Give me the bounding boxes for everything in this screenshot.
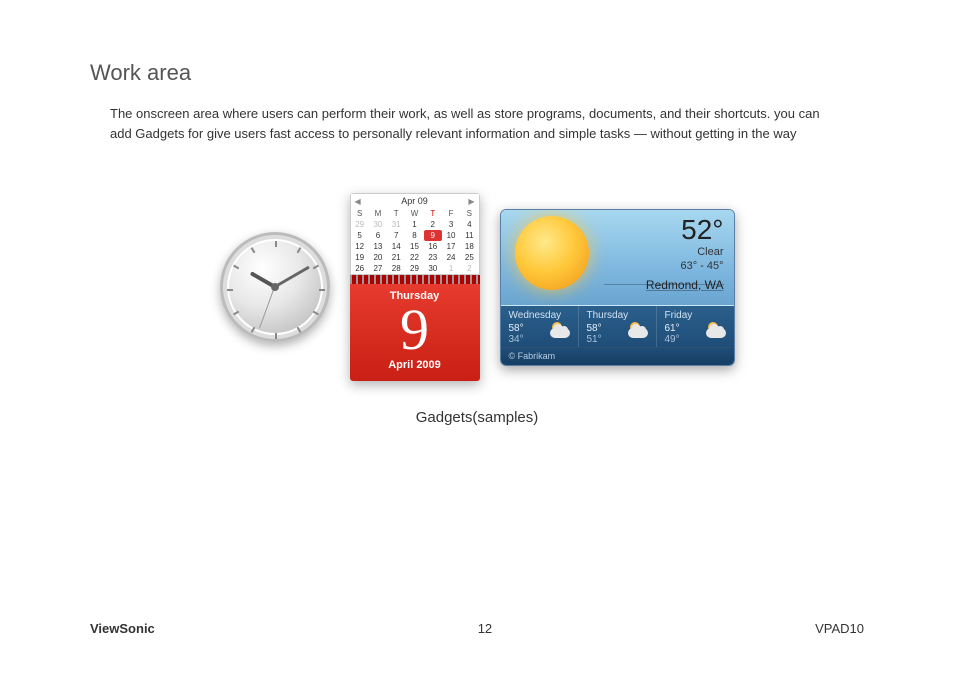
calendar-day-cell[interactable]: 8 — [405, 230, 423, 241]
calendar-day-cell[interactable]: 2 — [460, 263, 478, 274]
clock-tick — [319, 289, 325, 291]
clock-minute-hand — [274, 266, 310, 289]
calendar-day-cell[interactable]: 26 — [351, 263, 369, 274]
sun-icon — [515, 216, 589, 290]
weather-gadget[interactable]: 52° Clear 63° - 45° Redmond, WA Wednesda… — [500, 209, 735, 366]
partly-cloudy-icon — [550, 324, 574, 338]
weather-condition: Clear — [646, 246, 724, 258]
calendar-day-cell[interactable]: 14 — [387, 241, 405, 252]
calendar-day-cell[interactable]: 28 — [387, 263, 405, 274]
calendar-monthyear: April 2009 — [350, 359, 480, 371]
calendar-day-cell[interactable]: 1 — [442, 263, 460, 274]
calendar-spiral-icon — [350, 274, 480, 284]
calendar-day-cell[interactable]: 17 — [442, 241, 460, 252]
page-footer: ViewSonic 12 VPAD10 — [90, 621, 864, 636]
forecast-dayname: Thursday — [587, 310, 650, 321]
calendar-weekday-header: M — [369, 208, 387, 219]
calendar-weekday-header: S — [460, 208, 478, 219]
prev-month-icon[interactable]: ◀ — [355, 197, 361, 206]
calendar-weekday-header: S — [351, 208, 369, 219]
calendar-day-cell[interactable]: 5 — [351, 230, 369, 241]
forecast-dayname: Wednesday — [509, 310, 572, 321]
calendar-day-cell[interactable]: 23 — [424, 252, 442, 263]
calendar-day-cell[interactable]: 9 — [424, 230, 442, 241]
weather-range: 63° - 45° — [646, 260, 724, 272]
calendar-month-label: Apr 09 — [401, 196, 428, 206]
clock-tick — [312, 265, 318, 270]
calendar-day-cell[interactable]: 29 — [405, 263, 423, 274]
calendar-day-cell[interactable]: 18 — [460, 241, 478, 252]
calendar-day-cell[interactable]: 27 — [369, 263, 387, 274]
footer-page-number: 12 — [478, 621, 492, 636]
clock-tick — [296, 247, 301, 253]
calendar-day-cell[interactable]: 15 — [405, 241, 423, 252]
partly-cloudy-icon — [706, 324, 730, 338]
calendar-weekday-header: T — [387, 208, 405, 219]
calendar-day-cell[interactable]: 20 — [369, 252, 387, 263]
clock-second-hand — [259, 287, 275, 329]
forecast-day: Friday61°49° — [657, 306, 734, 347]
calendar-day-cell[interactable]: 3 — [442, 219, 460, 230]
calendar-day-cell[interactable]: 24 — [442, 252, 460, 263]
calendar-grid: SMTWTFS 29303112345678910111213141516171… — [351, 208, 479, 274]
clock-gadget[interactable] — [220, 232, 330, 342]
calendar-day-cell[interactable]: 11 — [460, 230, 478, 241]
calendar-day-cell[interactable]: 29 — [351, 219, 369, 230]
clock-tick — [233, 311, 239, 316]
gadgets-row: ◀ Apr 09 ▶ SMTWTFS 293031123456789101112… — [90, 193, 864, 381]
calendar-day-cell[interactable]: 10 — [442, 230, 460, 241]
clock-tick — [250, 327, 255, 333]
calendar-day-cell[interactable]: 25 — [460, 252, 478, 263]
calendar-weekday-header: T — [424, 208, 442, 219]
calendar-day-cell[interactable]: 30 — [369, 219, 387, 230]
partly-cloudy-icon — [628, 324, 652, 338]
calendar-day-cell[interactable]: 30 — [424, 263, 442, 274]
clock-tick — [296, 327, 301, 333]
calendar-gadget[interactable]: ◀ Apr 09 ▶ SMTWTFS 293031123456789101112… — [350, 193, 480, 381]
body-paragraph: The onscreen area where users can perfor… — [90, 104, 864, 143]
calendar-day-cell[interactable]: 12 — [351, 241, 369, 252]
calendar-day-cell[interactable]: 16 — [424, 241, 442, 252]
weather-temp: 52° — [646, 216, 724, 244]
calendar-day-cell[interactable]: 1 — [405, 219, 423, 230]
calendar-day-cell[interactable]: 4 — [460, 219, 478, 230]
weather-now: 52° Clear 63° - 45° Redmond, WA — [501, 210, 734, 306]
calendar-day-cell[interactable]: 22 — [405, 252, 423, 263]
calendar-day-cell[interactable]: 31 — [387, 219, 405, 230]
clock-tick — [312, 311, 318, 316]
calendar-day-cell[interactable]: 7 — [387, 230, 405, 241]
weather-credit: © Fabrikam — [501, 347, 734, 365]
clock-center-icon — [271, 283, 279, 291]
calendar-today-panel: Thursday 9 April 2009 — [350, 284, 480, 381]
clock-tick — [250, 247, 255, 253]
calendar-day-cell[interactable]: 2 — [424, 219, 442, 230]
clock-tick — [275, 241, 277, 247]
forecast-dayname: Friday — [665, 310, 728, 321]
calendar-month-view: ◀ Apr 09 ▶ SMTWTFS 293031123456789101112… — [350, 193, 480, 274]
calendar-weekday-header: F — [442, 208, 460, 219]
forecast-day: Wednesday58°34° — [501, 306, 579, 347]
weather-location[interactable]: Redmond, WA — [646, 278, 724, 292]
gadgets-caption: Gadgets(samples) — [90, 409, 864, 426]
footer-model: VPAD10 — [815, 621, 864, 636]
calendar-day-cell[interactable]: 21 — [387, 252, 405, 263]
forecast-day: Thursday58°51° — [579, 306, 657, 347]
calendar-day-cell[interactable]: 13 — [369, 241, 387, 252]
clock-tick — [227, 289, 233, 291]
page-title: Work area — [90, 60, 864, 86]
calendar-daynum: 9 — [350, 302, 480, 357]
calendar-day-cell[interactable]: 6 — [369, 230, 387, 241]
next-month-icon[interactable]: ▶ — [468, 197, 474, 206]
clock-tick — [233, 265, 239, 270]
clock-tick — [275, 333, 277, 339]
footer-brand: ViewSonic — [90, 621, 155, 636]
weather-forecast-row: Wednesday58°34°Thursday58°51°Friday61°49… — [501, 306, 734, 347]
calendar-day-cell[interactable]: 19 — [351, 252, 369, 263]
calendar-weekday-header: W — [405, 208, 423, 219]
